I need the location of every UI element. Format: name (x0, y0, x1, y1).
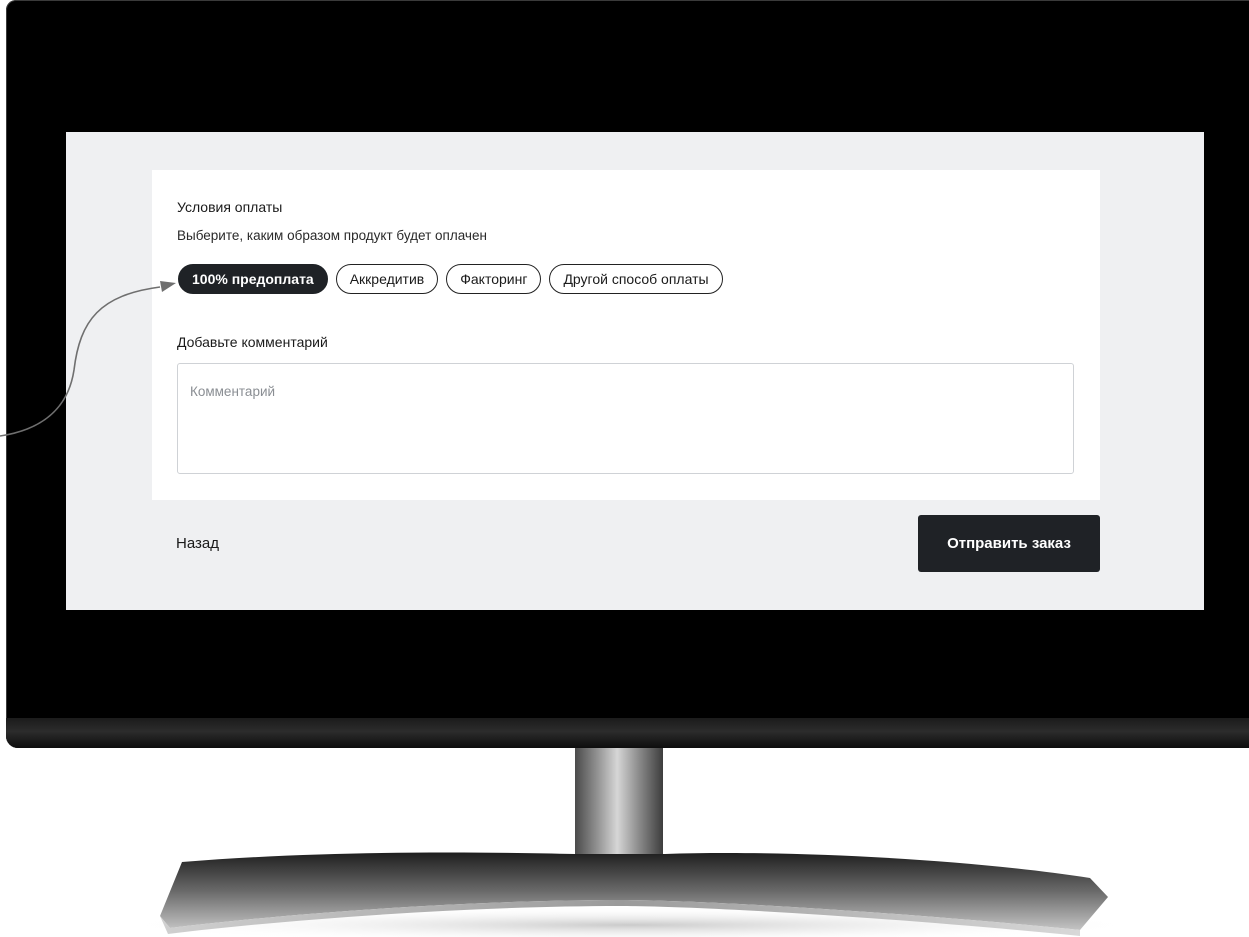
monitor-mockup: Условия оплаты Выберите, каким образом п… (0, 0, 1249, 937)
payment-method-options: 100% предоплата Аккредитив Факторинг Дру… (178, 264, 723, 294)
app-screen: Условия оплаты Выберите, каким образом п… (66, 132, 1204, 610)
order-form-card: Условия оплаты Выберите, каким образом п… (152, 170, 1100, 500)
comment-input[interactable] (177, 363, 1074, 474)
payment-terms-subtitle: Выберите, каким образом продукт будет оп… (177, 228, 487, 243)
payment-option-prepayment[interactable]: 100% предоплата (178, 264, 328, 294)
submit-order-button[interactable]: Отправить заказ (918, 515, 1100, 572)
payment-terms-title: Условия оплаты (177, 199, 283, 215)
comment-title: Добавьте комментарий (177, 334, 328, 350)
payment-option-factoring[interactable]: Факторинг (446, 264, 542, 294)
monitor-stand-base (110, 852, 1150, 937)
back-link[interactable]: Назад (176, 535, 219, 552)
payment-option-letter-of-credit[interactable]: Аккредитив (335, 264, 439, 294)
monitor-bezel (6, 718, 1249, 748)
payment-option-other[interactable]: Другой способ оплаты (549, 264, 723, 294)
